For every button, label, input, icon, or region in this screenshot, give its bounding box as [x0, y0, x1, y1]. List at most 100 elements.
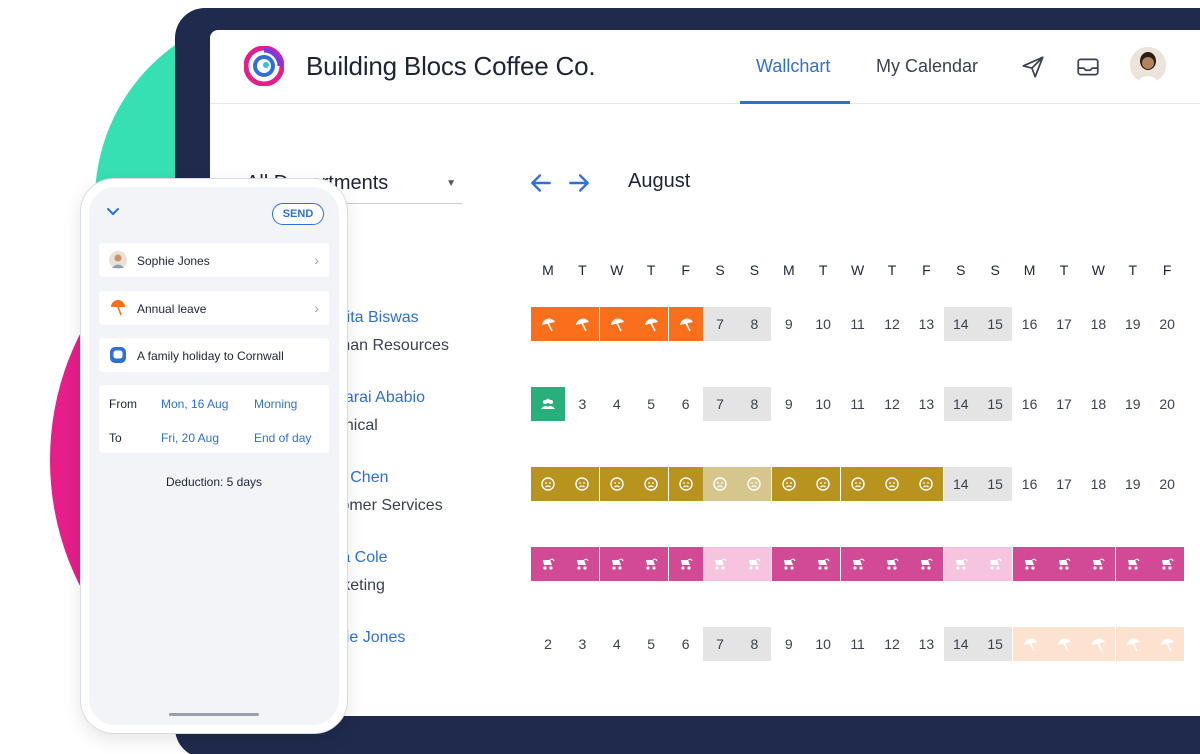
parental-leave-day[interactable]	[565, 547, 600, 581]
annual-leave-day[interactable]	[599, 307, 634, 341]
calendar-day[interactable]: 2	[531, 627, 565, 661]
annual-leave-day[interactable]	[634, 307, 669, 341]
parental-leave-day[interactable]	[875, 547, 909, 581]
annual-leave-pending-day[interactable]	[1047, 627, 1081, 661]
annual-leave-day[interactable]	[668, 307, 703, 341]
calendar-day[interactable]: 8	[737, 627, 772, 661]
parental-leave-day[interactable]	[1150, 547, 1185, 581]
parental-leave-day[interactable]	[599, 547, 634, 581]
parental-leave-day[interactable]	[668, 547, 703, 581]
calendar-day[interactable]: 13	[909, 387, 943, 421]
annual-leave-pending-day[interactable]	[1081, 627, 1116, 661]
note-field[interactable]: A family holiday to Cornwall	[99, 338, 329, 372]
parental-leave-day[interactable]	[1115, 547, 1150, 581]
calendar-day[interactable]: 8	[737, 387, 772, 421]
parental-leave-day[interactable]	[840, 547, 875, 581]
calendar-day[interactable]: 19	[1116, 387, 1150, 421]
calendar-day[interactable]: 3	[565, 387, 599, 421]
parental-leave-day[interactable]	[1012, 547, 1047, 581]
calendar-day[interactable]: 10	[806, 387, 840, 421]
sick-day[interactable]	[840, 467, 875, 501]
parental-leave-day[interactable]	[806, 547, 841, 581]
leave-type-picker[interactable]: Annual leave ›	[99, 291, 329, 325]
calendar-day[interactable]: 17	[1047, 387, 1081, 421]
calendar-day[interactable]: 3	[565, 627, 599, 661]
sick-day[interactable]	[531, 467, 565, 501]
tab-wallchart[interactable]: Wallchart	[756, 56, 830, 77]
parental-leave-weekend-day[interactable]	[703, 547, 737, 581]
from-date[interactable]: Mon, 16 Aug	[161, 397, 228, 411]
calendar-day[interactable]: 6	[669, 387, 703, 421]
calendar-day[interactable]: 7	[703, 387, 737, 421]
sick-day[interactable]	[771, 467, 806, 501]
sick-weekend-day[interactable]	[703, 467, 737, 501]
calendar-day[interactable]: 9	[772, 387, 806, 421]
annual-leave-day[interactable]	[531, 307, 565, 341]
calendar-day[interactable]: 16	[1013, 387, 1047, 421]
parental-leave-weekend-day[interactable]	[737, 547, 772, 581]
parental-leave-day[interactable]	[1047, 547, 1081, 581]
send-icon[interactable]	[1020, 54, 1046, 80]
inbox-icon[interactable]	[1075, 54, 1101, 80]
calendar-day[interactable]: 18	[1081, 467, 1115, 501]
calendar-day[interactable]: 20	[1150, 387, 1184, 421]
sick-day[interactable]	[909, 467, 944, 501]
previous-month-arrow-icon[interactable]	[528, 170, 554, 196]
calendar-day[interactable]: 12	[875, 307, 909, 341]
calendar-day[interactable]: 10	[806, 627, 840, 661]
calendar-day[interactable]: 11	[841, 307, 875, 341]
parental-leave-weekend-day[interactable]	[943, 547, 978, 581]
sick-weekend-day[interactable]	[737, 467, 772, 501]
collapse-chevron-icon[interactable]	[105, 203, 121, 219]
calendar-day[interactable]: 18	[1081, 307, 1115, 341]
calendar-day[interactable]: 18	[1081, 387, 1115, 421]
person-picker[interactable]: Sophie Jones ›	[99, 243, 329, 277]
calendar-day[interactable]: 19	[1116, 307, 1150, 341]
parental-leave-day[interactable]	[531, 547, 565, 581]
send-button[interactable]: SEND	[272, 203, 324, 225]
calendar-day[interactable]: 7	[703, 627, 737, 661]
calendar-day[interactable]: 8	[737, 307, 772, 341]
parental-leave-day[interactable]	[771, 547, 806, 581]
calendar-day[interactable]: 13	[909, 307, 943, 341]
calendar-day[interactable]: 7	[703, 307, 737, 341]
calendar-day[interactable]: 9	[772, 627, 806, 661]
parental-leave-day[interactable]	[1081, 547, 1116, 581]
calendar-day[interactable]: 15	[978, 307, 1013, 341]
annual-leave-day[interactable]	[565, 307, 600, 341]
calendar-day[interactable]: 20	[1150, 307, 1184, 341]
to-date[interactable]: Fri, 20 Aug	[161, 431, 219, 445]
calendar-day[interactable]: 5	[634, 627, 668, 661]
calendar-day[interactable]: 11	[841, 387, 875, 421]
annual-leave-pending-day[interactable]	[1115, 627, 1150, 661]
calendar-day[interactable]: 14	[943, 307, 978, 341]
parental-leave-day[interactable]	[634, 547, 669, 581]
calendar-day[interactable]: 6	[669, 627, 703, 661]
calendar-day[interactable]: 15	[978, 627, 1013, 661]
calendar-day[interactable]: 19	[1116, 467, 1150, 501]
calendar-day[interactable]: 15	[978, 467, 1013, 501]
from-part-of-day[interactable]: Morning	[254, 397, 297, 411]
parental-leave-day[interactable]	[909, 547, 944, 581]
calendar-day[interactable]: 14	[943, 387, 978, 421]
calendar-day[interactable]: 4	[600, 627, 634, 661]
calendar-day[interactable]: 12	[875, 627, 909, 661]
sick-day[interactable]	[875, 467, 909, 501]
calendar-day[interactable]: 11	[841, 627, 875, 661]
calendar-day[interactable]: 20	[1150, 467, 1184, 501]
calendar-day[interactable]: 14	[943, 467, 978, 501]
calendar-day[interactable]: 17	[1047, 467, 1081, 501]
calendar-day[interactable]: 9	[772, 307, 806, 341]
calendar-day[interactable]: 12	[875, 387, 909, 421]
parental-leave-weekend-day[interactable]	[978, 547, 1013, 581]
calendar-day[interactable]: 16	[1013, 467, 1047, 501]
tab-my-calendar[interactable]: My Calendar	[876, 56, 978, 77]
sick-day[interactable]	[806, 467, 841, 501]
annual-leave-pending-day[interactable]	[1150, 627, 1185, 661]
calendar-day[interactable]: 14	[943, 627, 978, 661]
next-month-arrow-icon[interactable]	[566, 170, 592, 196]
calendar-day[interactable]: 5	[634, 387, 668, 421]
meeting-day[interactable]	[531, 387, 565, 421]
sick-day[interactable]	[565, 467, 600, 501]
sick-day[interactable]	[668, 467, 703, 501]
